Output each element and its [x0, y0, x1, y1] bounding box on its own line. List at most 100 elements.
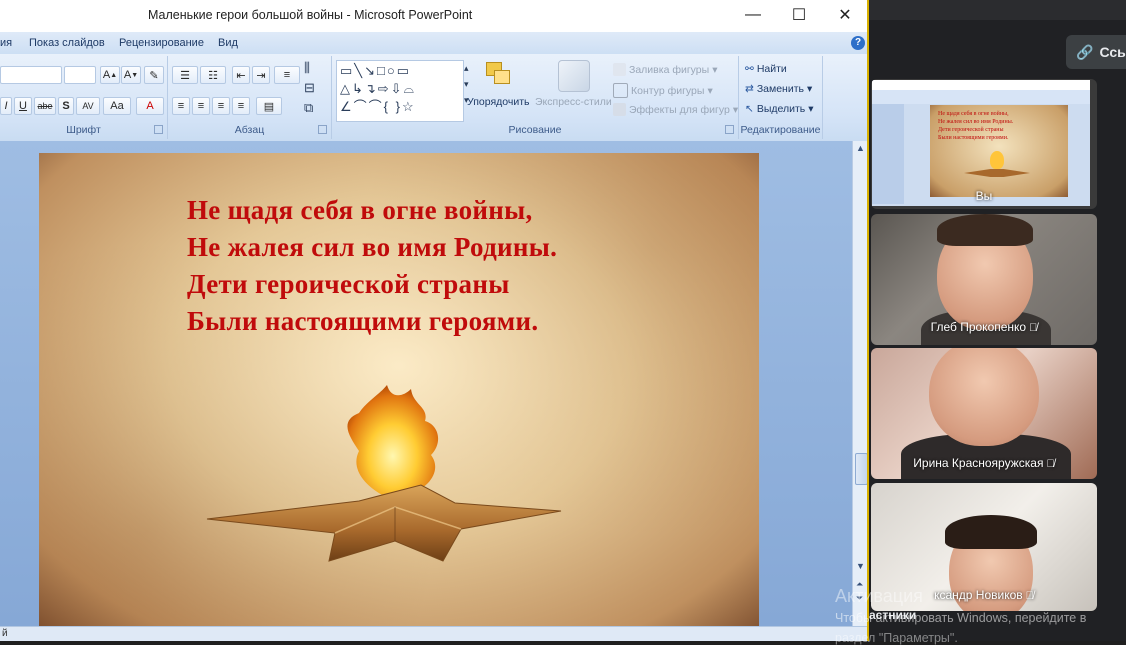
select-button[interactable]: ↖ Выделить ▾: [745, 103, 814, 115]
mic-off-icon: 🎙̸: [1046, 458, 1055, 470]
meeting-panel: 🔗 Ссыл Не щадя себя в огне войны, Не жал…: [869, 0, 1126, 641]
slide-editing-area[interactable]: Не щадя себя в огне войны, Не жалея сил …: [0, 141, 852, 626]
justify-button[interactable]: ≡: [232, 97, 250, 115]
strikethrough-button[interactable]: abe: [34, 97, 56, 115]
replace-button[interactable]: ⇄ Заменить ▾: [745, 83, 812, 95]
shape-effects-label: Эффекты для фигур: [629, 103, 730, 116]
clear-format-button[interactable]: ✎: [144, 66, 164, 84]
close-button[interactable]: ✕: [826, 3, 864, 27]
columns-button[interactable]: ▤: [256, 97, 282, 115]
copy-link-button[interactable]: 🔗 Ссыл: [1066, 35, 1126, 69]
tab-slide-show[interactable]: Показ слайдов: [29, 37, 105, 49]
participant-name-text: ксандр Новиков: [934, 588, 1023, 602]
status-bar: й: [0, 626, 867, 641]
decrease-indent-button[interactable]: ⇤: [232, 66, 250, 84]
paragraph-dialog-launcher[interactable]: [318, 125, 327, 134]
mini-slide-line-4: Были настоящими героями.: [938, 135, 1009, 141]
eternal-flame-image[interactable]: [199, 381, 579, 571]
slide-text-line-3[interactable]: Дети героической страны: [187, 269, 510, 300]
shapes-row-2-icon[interactable]: △↳↴⇨⇩⌓: [340, 81, 416, 97]
italic-button[interactable]: I: [0, 97, 12, 115]
quick-styles-icon[interactable]: [558, 60, 590, 92]
binoculars-icon: ⚯: [745, 63, 754, 75]
tab-review[interactable]: Рецензирование: [119, 37, 204, 49]
participant-name-text: Ирина Краснояружская: [913, 456, 1044, 470]
align-text-icon[interactable]: ⊟: [304, 80, 315, 96]
activation-watermark-line-1: Чтобы активировать Windows, перейдите в: [835, 611, 1087, 625]
line-spacing-button[interactable]: ≡: [274, 66, 300, 84]
tab-view[interactable]: Вид: [218, 37, 238, 49]
shapes-gallery[interactable]: ▭╲↘□○▭ △↳↴⇨⇩⌓ ∠⌒⌒{ }☆: [336, 60, 464, 122]
tab-design[interactable]: ия: [0, 37, 12, 49]
quick-styles-button[interactable]: Экспресс-стили: [535, 96, 612, 108]
smartart-icon[interactable]: ⧉: [304, 100, 313, 116]
scroll-down-icon[interactable]: ▼: [856, 561, 865, 571]
shape-fill-button[interactable]: Заливка фигуры ▾: [613, 63, 717, 76]
participant-name-text: Глеб Прокопенко: [930, 320, 1027, 334]
shape-effects-button[interactable]: Эффекты для фигур ▾: [613, 103, 738, 116]
change-case-button[interactable]: Aa: [103, 97, 131, 115]
mini-ribbon: [872, 90, 1090, 104]
font-group-label: Шрифт: [66, 124, 101, 136]
mini-flame: [990, 151, 1004, 169]
help-icon[interactable]: ?: [851, 36, 865, 50]
font-color-button[interactable]: A: [136, 97, 164, 115]
increase-indent-button[interactable]: ⇥: [252, 66, 270, 84]
effects-icon: [613, 103, 626, 116]
paragraph-group-label: Абзац: [234, 124, 265, 136]
shape-outline-button[interactable]: Контур фигуры ▾: [613, 83, 713, 98]
arrange-icon[interactable]: [484, 60, 514, 90]
slide-text-line-4[interactable]: Были настоящими героями.: [187, 306, 538, 337]
slide-canvas[interactable]: Не щадя себя в огне войны, Не жалея сил …: [39, 153, 759, 626]
slide-text-line-1[interactable]: Не щадя себя в огне войны,: [187, 195, 533, 226]
shapes-row-3-icon[interactable]: ∠⌒⌒{ }☆: [340, 99, 416, 115]
replace-label: Заменить: [756, 83, 804, 95]
shapes-row-1-icon[interactable]: ▭╲↘□○▭: [340, 63, 411, 79]
status-text: й: [2, 628, 8, 639]
bullets-button[interactable]: ☰: [172, 66, 198, 84]
window-title: Маленькие герои большой войны - Microsof…: [148, 8, 473, 22]
shadow-button[interactable]: S: [58, 97, 74, 115]
font-dialog-launcher[interactable]: [154, 125, 163, 134]
copy-link-label: Ссыл: [1099, 44, 1126, 60]
participant-tile[interactable]: Глеб Прокопенко 🎙̸: [871, 214, 1097, 345]
shrink-font-button[interactable]: A ▼: [121, 66, 141, 84]
drawing-dialog-launcher[interactable]: [725, 125, 734, 134]
mini-slide-line-1: Не щадя себя в огне войны,: [938, 111, 1009, 117]
font-size-box[interactable]: [64, 66, 96, 84]
maximize-button[interactable]: ☐: [780, 3, 818, 27]
scroll-thumb[interactable]: [855, 453, 867, 485]
ribbon: A ▲ A ▼ ✎ I U abe S AV Aa A Шрифт ☰ ☷ ⇤ ⇥ …: [0, 54, 867, 142]
select-label: Выделить: [756, 103, 806, 115]
participant-tile[interactable]: Ирина Краснояружская 🎙̸: [871, 348, 1097, 479]
mic-off-icon: 🎙̸: [1025, 590, 1034, 602]
align-right-button[interactable]: ≡: [212, 97, 230, 115]
mini-slide-line-3: Дети героической страны: [938, 127, 1004, 133]
select-icon: ↖: [745, 103, 754, 115]
find-button[interactable]: ⚯ Найти: [745, 63, 787, 75]
grow-font-button[interactable]: A ▲: [100, 66, 120, 84]
self-video-tile[interactable]: Не щадя себя в огне войны, Не жалея сил …: [871, 79, 1097, 209]
slide-text-line-2[interactable]: Не жалея сил во имя Родины.: [187, 232, 557, 263]
minimize-button[interactable]: —: [734, 3, 772, 27]
link-icon: 🔗: [1076, 43, 1094, 60]
ribbon-tabs: ия Показ слайдов Рецензирование Вид ?: [0, 32, 867, 55]
text-direction-icon[interactable]: ⫼: [304, 60, 310, 76]
shape-outline-label: Контур фигуры: [631, 84, 705, 97]
numbering-button[interactable]: ☷: [200, 66, 226, 84]
vertical-scrollbar[interactable]: ▲ ▼ ⏶ ⏷: [852, 141, 867, 626]
spacing-button[interactable]: AV: [76, 97, 100, 115]
align-center-button[interactable]: ≡: [192, 97, 210, 115]
align-left-button[interactable]: ≡: [172, 97, 190, 115]
title-bar: Маленькие герои большой войны - Microsof…: [0, 0, 867, 32]
font-name-box[interactable]: [0, 66, 62, 84]
scroll-up-icon[interactable]: ▲: [856, 143, 865, 153]
participant-face: [929, 348, 1039, 446]
arrange-button[interactable]: Упорядочить: [467, 96, 529, 108]
underline-button[interactable]: U: [14, 97, 32, 115]
activation-watermark-title: Активация: [835, 586, 923, 606]
mini-titlebar: [872, 80, 1090, 90]
drawing-group: ▭╲↘□○▭ △↳↴⇨⇩⌓ ∠⌒⌒{ }☆ ▴ ▾ ▾ Упорядочить Эк…: [332, 56, 739, 139]
editing-group: ⚯ Найти ⇄ Заменить ▾ ↖ Выделить ▾ Редактиро…: [739, 56, 823, 139]
replace-icon: ⇄: [745, 83, 754, 95]
